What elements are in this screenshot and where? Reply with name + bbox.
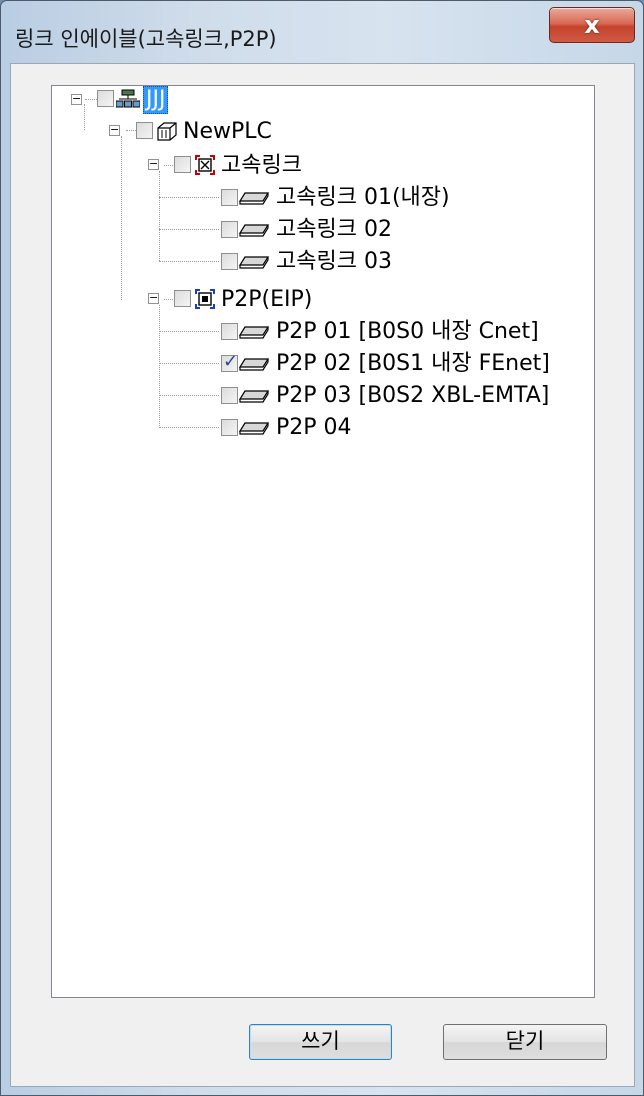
plc-icon xyxy=(157,122,177,141)
p2p-02-label[interactable]: P2P 02 [B0S1 내장 FEnet] xyxy=(276,351,550,377)
link-module-icon xyxy=(239,256,269,269)
p2p-04-label[interactable]: P2P 04 xyxy=(276,415,352,441)
close-button[interactable]: 닫기 xyxy=(443,1024,607,1060)
tree-node-highspeed-link-03[interactable]: 고속링크 03 xyxy=(52,247,592,277)
highspeed-link-03-label[interactable]: 고속링크 03 xyxy=(276,249,392,275)
close-window-button[interactable]: x xyxy=(549,7,635,43)
tree-node-highspeed-link-02[interactable]: 고속링크 02 xyxy=(52,215,592,245)
highspeed-link-01-checkbox[interactable] xyxy=(221,189,238,206)
tree-node-highspeed-link[interactable]: − 고속링크 xyxy=(52,151,592,181)
highspeed-link-label[interactable]: 고속링크 xyxy=(221,153,302,179)
tree-node-plc[interactable]: − NewPLC xyxy=(52,117,592,147)
p2p-03-checkbox[interactable] xyxy=(221,387,238,404)
p2p-icon xyxy=(195,289,215,309)
p2p-03-label[interactable]: P2P 03 [B0S2 XBL-EMTA] xyxy=(276,383,549,409)
collapse-icon[interactable]: − xyxy=(71,93,82,105)
collapse-icon[interactable]: − xyxy=(148,292,159,304)
root-checkbox[interactable] xyxy=(97,90,114,107)
p2p-label[interactable]: P2P(EIP) xyxy=(221,287,312,313)
plc-checkbox[interactable] xyxy=(136,122,153,139)
plc-label[interactable]: NewPLC xyxy=(183,119,272,145)
link-module-icon xyxy=(239,192,269,205)
title-bar[interactable]: 링크 인에이블(고속링크,P2P) x xyxy=(1,1,643,63)
link-tree-view[interactable]: − JJJ − NewPLC − 고속링크 고속링크 01(내장) 고속링크 0… xyxy=(51,85,595,998)
tree-node-p2p[interactable]: − P2P(EIP) xyxy=(52,285,592,315)
tree-node-highspeed-link-01[interactable]: 고속링크 01(내장) xyxy=(52,183,592,213)
link-module-icon xyxy=(239,390,269,403)
write-button[interactable]: 쓰기 xyxy=(249,1024,392,1060)
p2p-01-checkbox[interactable] xyxy=(221,323,238,340)
link-module-icon xyxy=(239,422,269,435)
tree-node-p2p-01[interactable]: P2P 01 [B0S0 내장 Cnet] xyxy=(52,317,592,347)
dialog-client-area: − JJJ − NewPLC − 고속링크 고속링크 01(내장) 고속링크 0… xyxy=(10,63,635,1087)
p2p-04-checkbox[interactable] xyxy=(221,419,238,436)
highspeed-link-icon xyxy=(195,155,215,175)
root-label[interactable]: JJJ xyxy=(143,86,169,114)
tree-node-p2p-02[interactable]: ✓ P2P 02 [B0S1 내장 FEnet] xyxy=(52,349,592,379)
link-module-icon xyxy=(239,224,269,237)
highspeed-link-02-label[interactable]: 고속링크 02 xyxy=(276,217,392,243)
highspeed-link-03-checkbox[interactable] xyxy=(221,253,238,270)
p2p-01-label[interactable]: P2P 01 [B0S0 내장 Cnet] xyxy=(276,319,539,345)
p2p-checkbox[interactable] xyxy=(174,290,191,307)
close-icon: x xyxy=(584,11,600,39)
tree-node-p2p-04[interactable]: P2P 04 xyxy=(52,413,592,443)
window-title: 링크 인에이블(고속링크,P2P) xyxy=(15,27,277,51)
highspeed-link-01-label[interactable]: 고속링크 01(내장) xyxy=(276,185,450,211)
checkmark-icon: ✓ xyxy=(223,351,239,372)
tree-node-root[interactable]: − JJJ xyxy=(52,86,592,116)
p2p-02-checkbox[interactable]: ✓ xyxy=(221,351,238,372)
link-module-icon xyxy=(239,326,269,339)
link-module-icon xyxy=(239,358,269,371)
dialog-window: 링크 인에이블(고속링크,P2P) x − JJJ − NewPLC − 고속링… xyxy=(0,0,644,1096)
tree-node-p2p-03[interactable]: P2P 03 [B0S2 XBL-EMTA] xyxy=(52,381,592,411)
highspeed-link-checkbox[interactable] xyxy=(174,156,191,173)
network-icon xyxy=(116,89,140,108)
highspeed-link-02-checkbox[interactable] xyxy=(221,221,238,238)
collapse-icon[interactable]: − xyxy=(109,124,120,136)
collapse-icon[interactable]: − xyxy=(148,158,159,170)
